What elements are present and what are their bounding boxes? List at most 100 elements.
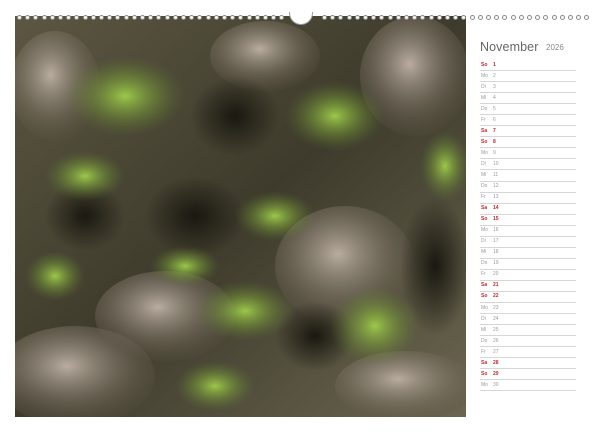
binding-hole (25, 15, 31, 20)
binding-hole (453, 15, 459, 20)
binding-hole (518, 15, 524, 20)
day-row: So 29 (480, 369, 576, 381)
moss-rock-photo (15, 16, 466, 417)
weekday-label: Do (481, 260, 488, 267)
day-number: 4 (493, 94, 496, 101)
weekday-label: Mi (481, 94, 487, 101)
binding-hole (74, 15, 80, 20)
binding-hole (543, 15, 549, 20)
day-list: So 1 Mo 2 Di 3 Mi 4 Do 5 Fr 6 Sa 7 So 8 Mo 9 Di 10 Mi 11 Do 12 F… (480, 60, 576, 392)
binding-hole (123, 15, 129, 20)
weekday-label: Mi (481, 171, 487, 178)
day-row: Fr 20 (480, 270, 576, 281)
binding-hole (428, 15, 434, 20)
weekday-label: Di (481, 238, 486, 245)
binding-hole (559, 15, 565, 20)
weekday-label: Sa (481, 127, 488, 134)
weekday-label: Mo (481, 149, 488, 156)
binding-hole (346, 15, 352, 20)
day-number: 20 (493, 271, 499, 278)
binding-hole (527, 15, 532, 20)
binding-hole (222, 15, 227, 20)
day-row: Do 19 (480, 259, 576, 270)
binding-hole (412, 15, 418, 20)
binding-hole (510, 15, 516, 20)
weekday-label: So (481, 216, 488, 223)
day-number: 28 (493, 359, 499, 366)
binding-hole (82, 15, 88, 20)
binding-hole (387, 15, 393, 20)
day-row: Mo 16 (480, 226, 576, 237)
day-row: Di 17 (480, 237, 576, 248)
calendar-page: November 2026 So 1 Mo 2 Di 3 Mi 4 Do 5 Fr 6 Sa 7 So 8 Mo… (0, 0, 600, 432)
day-number: 25 (493, 326, 499, 333)
day-number: 18 (493, 249, 499, 256)
day-row: So 1 (480, 60, 576, 72)
weekday-label: Do (481, 183, 488, 190)
binding-hole (148, 15, 154, 20)
binding-hole (181, 15, 186, 20)
binding-hole (263, 15, 268, 20)
day-row: Sa 7 (480, 126, 576, 138)
binding-hole (420, 15, 426, 20)
day-number: 2 (493, 72, 496, 79)
day-number: 17 (493, 238, 499, 245)
binding-hole (33, 15, 39, 20)
binding-hole (379, 15, 385, 20)
day-number: 16 (493, 227, 499, 234)
day-number: 7 (493, 127, 496, 134)
day-row: So 8 (480, 137, 576, 149)
day-number: 19 (493, 260, 499, 267)
binding-hole (66, 15, 72, 20)
binding-hole (354, 15, 360, 20)
weekday-label: So (481, 293, 488, 300)
day-row: Fr 6 (480, 115, 576, 127)
binding-hole (99, 15, 104, 20)
day-number: 11 (493, 171, 499, 178)
binding-hole (140, 15, 145, 20)
binding-hole (164, 15, 170, 20)
binding-hole (338, 15, 344, 20)
day-number: 9 (493, 149, 496, 156)
binding-hole (395, 15, 401, 20)
day-number: 21 (493, 282, 499, 289)
binding-hole (58, 15, 63, 20)
binding-hole (271, 15, 277, 20)
binding-hole (568, 15, 573, 20)
binding-hole (254, 15, 260, 20)
binding-hole (279, 15, 285, 20)
binding-hole (494, 15, 500, 20)
day-row: Di 10 (480, 159, 576, 171)
weekday-label: Di (481, 83, 486, 90)
day-row: Mo 9 (480, 148, 576, 160)
binding-hole (535, 15, 541, 20)
day-number: 22 (493, 293, 499, 300)
day-number: 10 (493, 160, 499, 167)
day-row: So 22 (480, 292, 576, 304)
binding-hole (115, 15, 121, 20)
day-row: Fr 27 (480, 347, 576, 359)
day-number: 30 (493, 381, 499, 388)
binding-hole (49, 15, 55, 20)
year-label: 2026 (546, 43, 564, 52)
weekday-label: Fr (481, 348, 486, 355)
weekday-label: So (481, 370, 488, 377)
day-row: Do 12 (480, 182, 576, 193)
day-row: Sa 14 (480, 204, 576, 215)
binding-hole (576, 15, 582, 20)
binding-hole (469, 15, 475, 20)
day-row: Sa 28 (480, 358, 576, 370)
month-title: November (480, 40, 539, 54)
day-row: Mo 30 (480, 380, 576, 392)
weekday-label: Sa (481, 359, 488, 366)
binding-hole (477, 15, 483, 20)
binding-hole (230, 15, 236, 20)
day-row: Di 3 (480, 82, 576, 94)
weekday-label: Sa (481, 282, 488, 289)
binding-hole (461, 15, 467, 20)
day-number: 26 (493, 337, 499, 344)
day-number: 23 (493, 304, 499, 311)
weekday-label: Do (481, 337, 488, 344)
binding-hole (322, 15, 327, 20)
binding-hole (436, 15, 442, 20)
